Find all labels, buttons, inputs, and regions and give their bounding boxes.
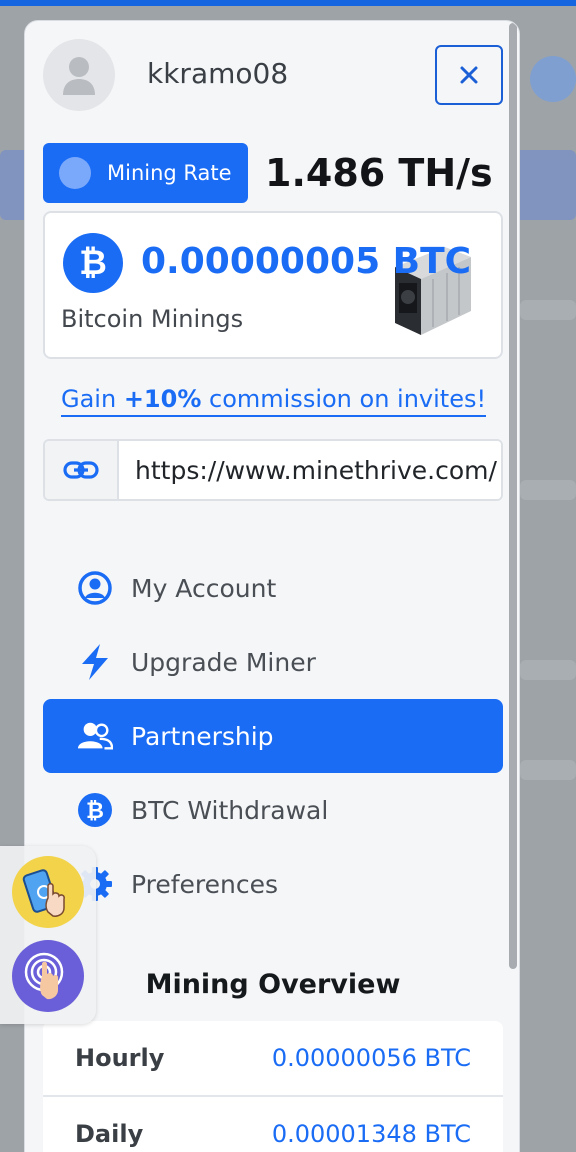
referral-link-group [43,439,503,501]
overview-period: Hourly [75,1044,165,1072]
invite-percentage: +10% [123,385,202,413]
overview-value: 0.00000056 BTC [271,1044,471,1072]
menu-item-preferences[interactable]: Preferences [43,847,503,921]
invite-prefix: Gain [61,385,124,413]
table-row: Hourly 0.00000056 BTC [43,1021,503,1097]
floating-widget-panel [0,846,96,1024]
tap-signal-button[interactable] [12,940,84,1012]
overview-value: 0.00001348 BTC [271,1120,471,1148]
invite-suffix: commission on invites! [201,385,487,413]
menu-item-btc-withdrawal[interactable]: ₿ BTC Withdrawal [43,773,503,847]
username: kkramo08 [147,57,289,90]
background-text-line [520,760,576,780]
menu-item-upgrade-miner[interactable]: Upgrade Miner [43,625,503,699]
background-text-line [520,660,576,680]
overview-table: Hourly 0.00000056 BTC Daily 0.00001348 B… [43,1021,503,1152]
bitcoin-icon: ₿ [63,233,123,293]
background-topbar [0,0,576,6]
mining-rate-badge: Mining Rate [43,143,248,203]
balance-caption: Bitcoin Minings [61,305,244,333]
background-text-line [520,300,576,320]
tap-signal-icon [24,952,64,1000]
bolt-icon [77,644,113,680]
menu-item-partnership[interactable]: Partnership [43,699,503,773]
mining-rate-value: 1.486 TH/s [265,151,493,195]
svg-text:₿: ₿ [86,799,104,824]
user-silhouette-icon [63,57,95,95]
side-drawer: kkramo08 Mining Rate 1.486 TH/s ₿ 0.0000… [24,20,520,1152]
close-icon [460,66,478,84]
menu-item-label: Preferences [131,869,279,899]
nav-menu: My Account Upgrade Miner Partnership ₿ B… [43,551,503,921]
background-text-line [520,480,576,500]
overview-title: Mining Overview [145,969,401,1000]
overview-period: Daily [75,1120,144,1148]
rate-indicator-dot [59,157,91,189]
menu-item-label: BTC Withdrawal [131,795,329,825]
scrollbar[interactable] [509,23,517,969]
table-row: Daily 0.00001348 BTC [43,1097,503,1152]
menu-item-label: Partnership [131,721,274,751]
invite-commission-link[interactable]: Gain +10% commission on invites! [61,385,487,417]
balance-card: ₿ 0.00000005 BTC Bitcoin Minings [43,211,503,359]
menu-item-my-account[interactable]: My Account [43,551,503,625]
phone-tap-button[interactable] [12,856,84,928]
menu-item-label: My Account [131,573,277,603]
user-circle-icon [77,570,113,606]
phone-tap-icon [22,869,65,917]
bitcoin-icon: ₿ [77,792,113,828]
link-icon[interactable] [45,441,119,499]
background-avatar [530,56,576,102]
avatar[interactable] [43,39,115,111]
menu-item-label: Upgrade Miner [131,647,316,677]
referral-url-input[interactable] [119,441,501,499]
btc-balance: 0.00000005 BTC [141,241,472,282]
close-button[interactable] [435,45,503,105]
mining-rate-label: Mining Rate [107,161,232,185]
handshake-users-icon [77,718,113,754]
